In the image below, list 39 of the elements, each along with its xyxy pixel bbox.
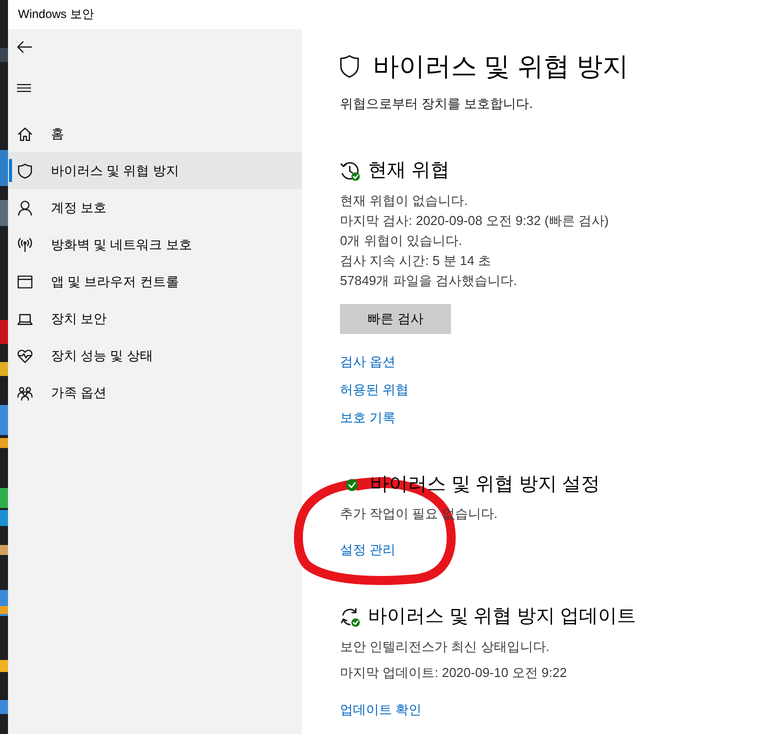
- person-icon: [17, 200, 33, 216]
- text-link[interactable]: 허용된 위협: [340, 380, 409, 400]
- scan-button[interactable]: 빠른 검사: [340, 304, 451, 334]
- back-arrow-icon[interactable]: [17, 41, 32, 53]
- status-text: 마지막 검사: 2020-09-08 오전 9:32 (빠른 검사): [340, 212, 609, 230]
- family-icon: [17, 384, 33, 400]
- status-text: 57849개 파일을 검사했습니다.: [340, 272, 518, 290]
- heart-pulse-icon: [17, 348, 33, 364]
- clock-check-icon: [340, 161, 360, 181]
- status-text: 0개 위협이 있습니다.: [340, 232, 464, 250]
- nav-item[interactable]: 계정 보호: [8, 189, 302, 226]
- shield-icon: [17, 162, 33, 178]
- section-heading: 바이러스 및 위협 방지 업데이트: [368, 605, 636, 629]
- browser-window-icon: [17, 274, 33, 290]
- nav-item[interactable]: 홈: [8, 115, 302, 152]
- home-icon: [17, 126, 33, 142]
- nav-item[interactable]: 장치 성능 및 상태: [8, 337, 302, 374]
- page-subtitle: 위협으로부터 장치를 보호합니다.: [340, 95, 533, 113]
- status-text: 검사 지속 시간: 5 분 14 초: [340, 252, 492, 270]
- page-title: 바이러스 및 위협 방지: [373, 50, 629, 83]
- status-text: 마지막 업데이트: 2020-09-10 오전 9:22: [340, 664, 567, 682]
- broadcast-icon: [17, 236, 33, 252]
- text-link[interactable]: 검사 옵션: [340, 352, 396, 372]
- check-badge-icon: [346, 479, 358, 491]
- window-title: Windows 보안: [18, 6, 94, 23]
- nav-item[interactable]: 장치 보안: [8, 300, 302, 337]
- nav-item[interactable]: 바이러스 및 위협 방지: [8, 152, 302, 189]
- status-text: 보안 인텔리전스가 최신 상태입니다.: [340, 638, 550, 656]
- refresh-check-icon: [340, 607, 360, 627]
- section-heading: 현재 위협: [368, 159, 450, 183]
- nav-item[interactable]: 앱 및 브라우저 컨트롤: [8, 263, 302, 300]
- text-link[interactable]: 보호 기록: [340, 408, 396, 428]
- menu-icon[interactable]: [17, 84, 31, 92]
- shield-icon: [340, 54, 359, 78]
- status-text: 현재 위협이 없습니다.: [340, 192, 469, 210]
- text-link[interactable]: 설정 관리: [340, 540, 396, 560]
- text-link[interactable]: 업데이트 확인: [340, 700, 422, 720]
- nav-item[interactable]: 방화벽 및 네트워크 보호: [8, 226, 302, 263]
- nav-item[interactable]: 가족 옵션: [8, 374, 302, 411]
